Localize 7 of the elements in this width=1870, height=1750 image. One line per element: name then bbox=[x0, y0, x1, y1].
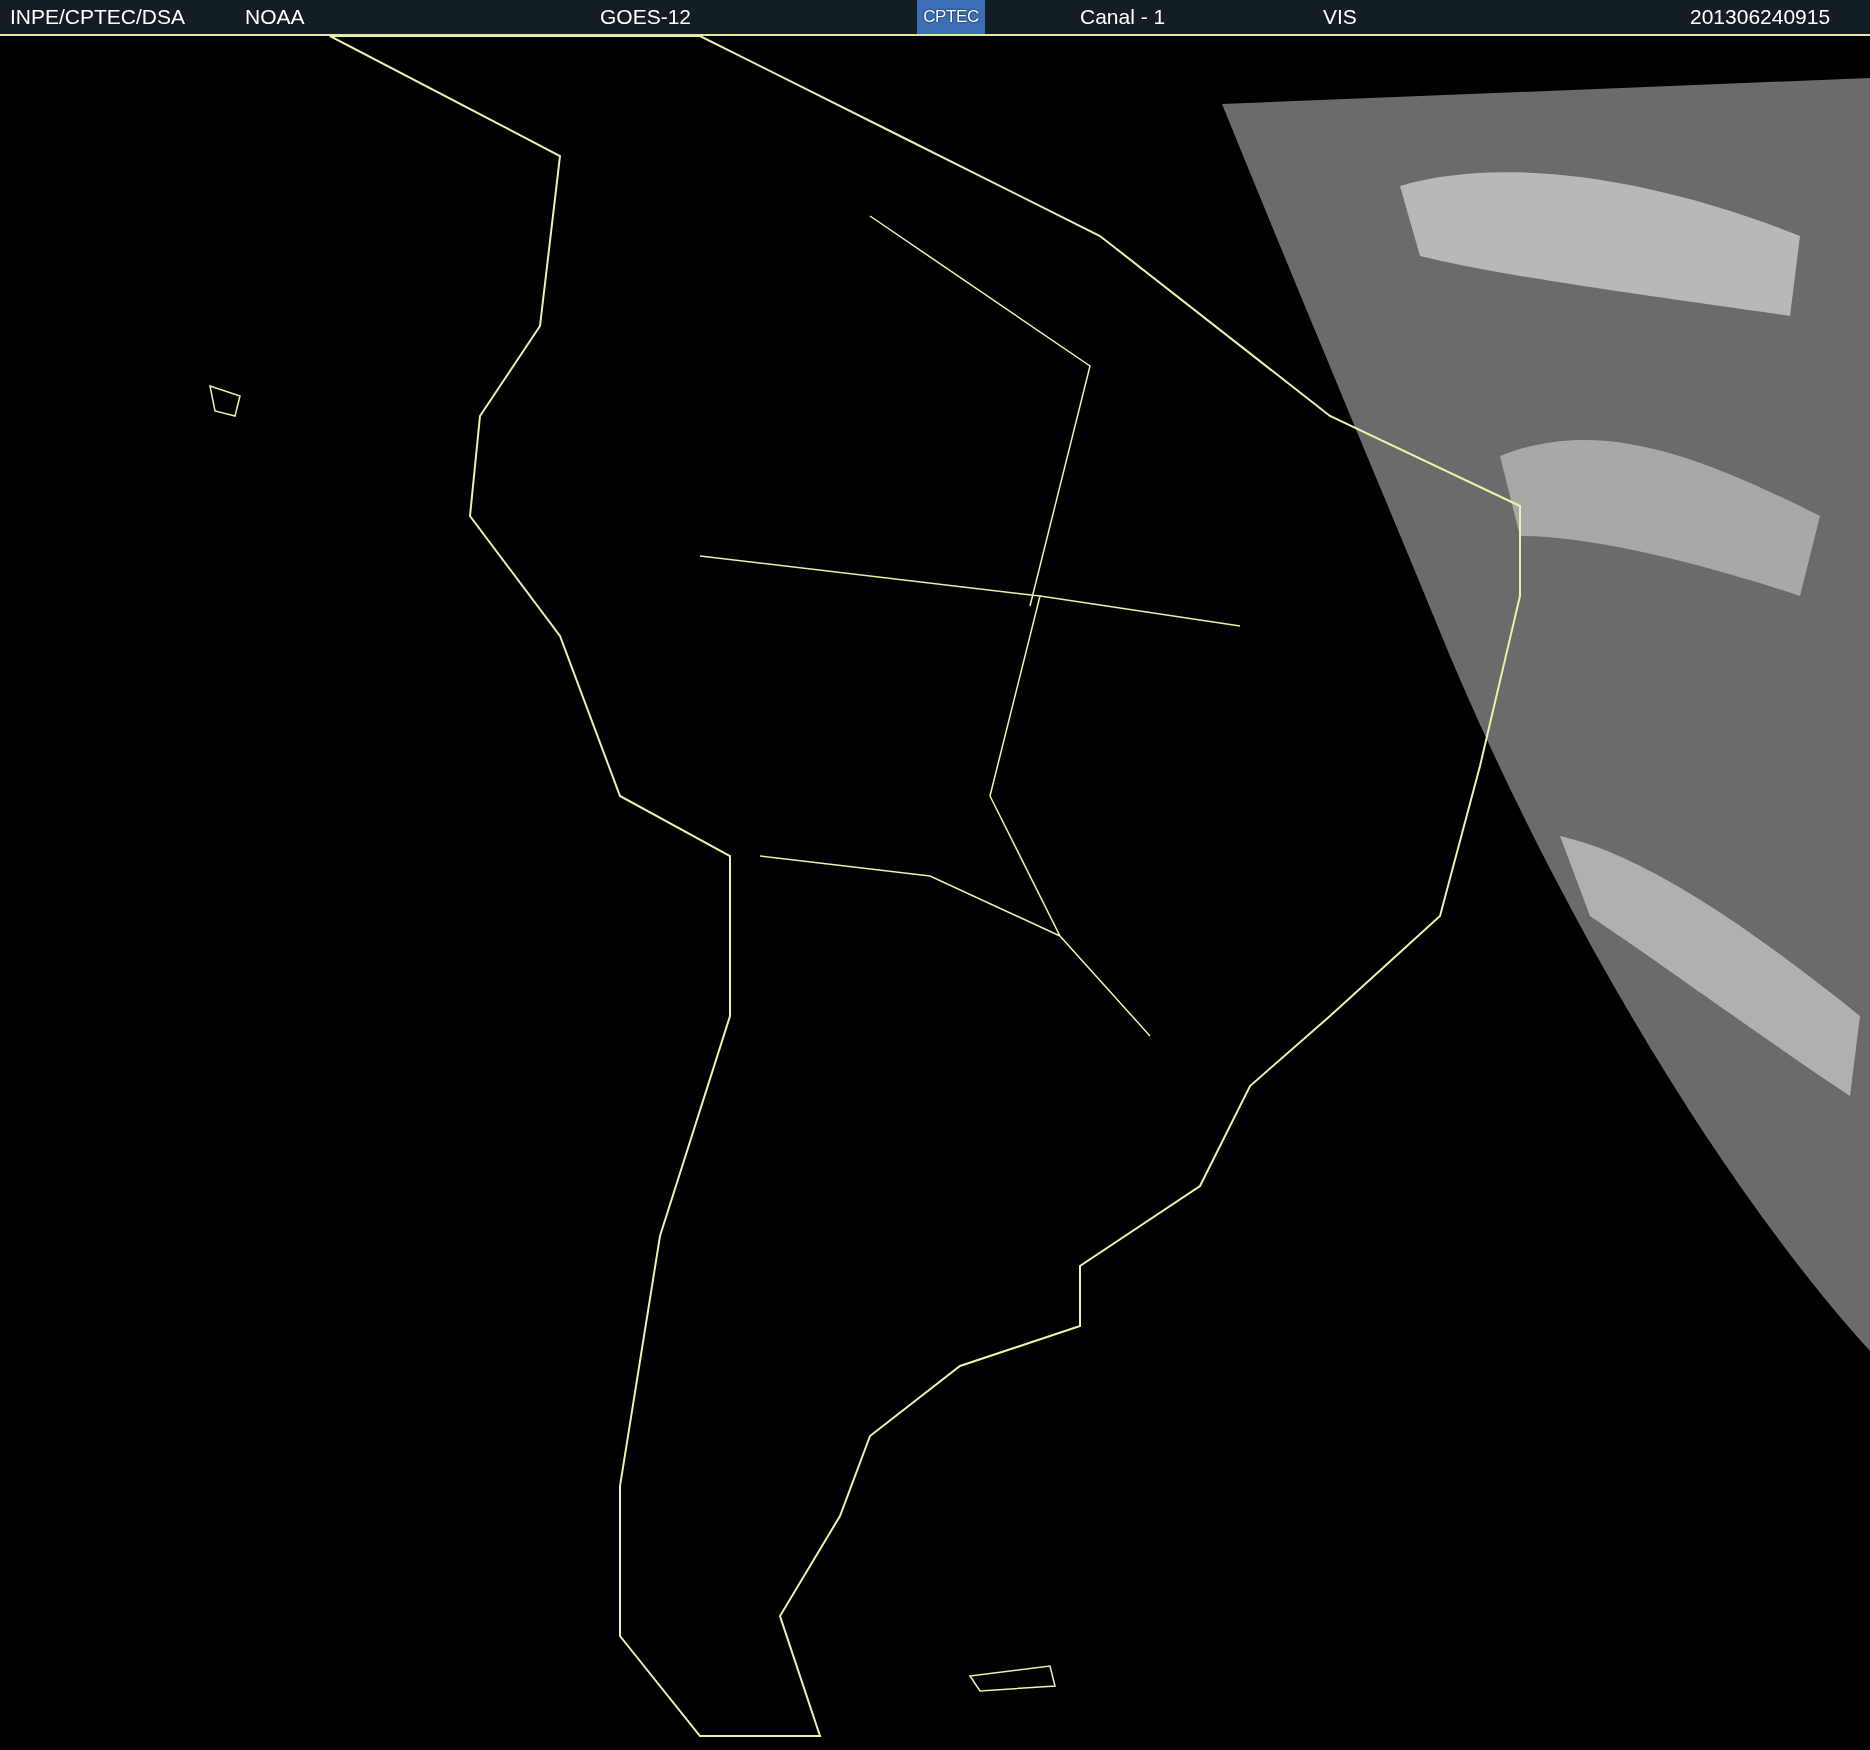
header-label: 201306240915 bbox=[1690, 4, 1831, 31]
header-label: VIS bbox=[1323, 4, 1357, 31]
header-label: NOAA bbox=[245, 4, 305, 31]
header-label: INPE/CPTEC/DSA bbox=[10, 4, 186, 31]
header-label: GOES-12 bbox=[600, 4, 692, 31]
logo: CPTEC bbox=[917, 0, 985, 34]
header-label: Canal - 1 bbox=[1080, 4, 1166, 31]
